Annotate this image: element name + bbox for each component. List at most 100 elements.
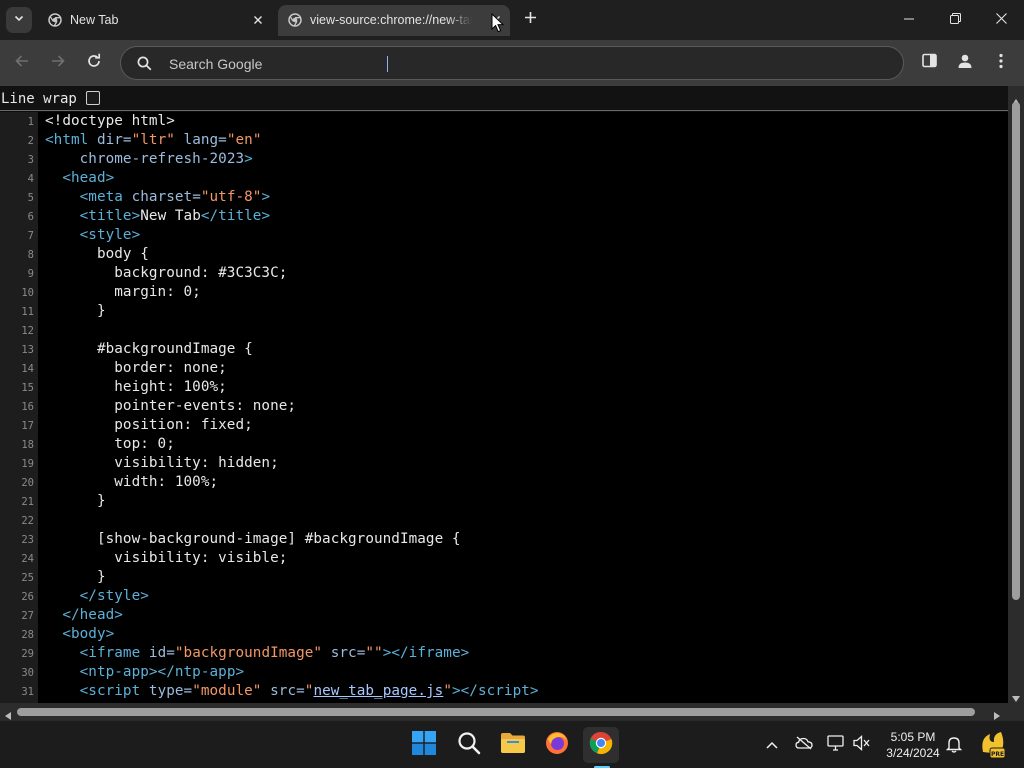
reload-button[interactable] — [81, 50, 107, 76]
horizontal-scrollbar[interactable] — [0, 703, 1008, 720]
line-number: 7 — [27, 230, 34, 242]
source-line: 17 position: fixed; — [0, 416, 1008, 435]
back-button[interactable] — [9, 50, 35, 76]
line-number: 12 — [21, 325, 34, 337]
chevron-down-icon — [13, 11, 25, 29]
source-line: 27 </head> — [0, 606, 1008, 625]
line-content: } — [45, 493, 106, 509]
source-line: 6 <title>New Tab</title> — [0, 207, 1008, 226]
line-number: 6 — [27, 211, 34, 223]
chrome-favicon-icon — [288, 13, 302, 27]
tab-title: view-source:chrome://new-tab-page — [310, 13, 472, 27]
volume-tray-button[interactable] — [852, 734, 872, 755]
tab-strip: New Tab view-source:chrome://new-tab-pag… — [0, 0, 1024, 40]
scroll-corner — [1008, 703, 1024, 720]
line-content: <html dir="ltr" lang="en" — [45, 132, 262, 148]
source-line: 8 body { — [0, 245, 1008, 264]
source-line: 15 height: 100%; — [0, 378, 1008, 397]
line-content: [show-background-image] #backgroundImage… — [45, 531, 461, 547]
tab-new-tab[interactable]: New Tab — [38, 5, 272, 36]
line-content: </style> — [79, 588, 149, 604]
source-line: 12 — [0, 321, 1008, 340]
line-number: 8 — [27, 249, 34, 261]
line-content: } — [45, 569, 106, 585]
restore-icon — [949, 11, 961, 29]
system-clock[interactable]: 5:05 PM 3/24/2024 — [878, 729, 948, 761]
restore-button[interactable] — [932, 5, 978, 35]
line-number: 18 — [21, 439, 34, 451]
source-line: 11 } — [0, 302, 1008, 321]
line-number: 27 — [21, 610, 34, 622]
taskbar-search-button[interactable] — [451, 727, 487, 763]
line-content: <body> — [62, 626, 115, 642]
line-content: <ntp-app></ntp-app> — [79, 664, 245, 680]
line-content: background: #3C3C3C; — [45, 265, 288, 281]
show-hidden-icons-button[interactable] — [762, 735, 782, 755]
address-input[interactable] — [169, 54, 869, 74]
profile-button[interactable] — [954, 52, 976, 74]
line-content: height: 100%; — [45, 379, 227, 395]
horizontal-scroll-thumb[interactable] — [17, 708, 975, 716]
source-link[interactable]: new_tab_page.js — [313, 683, 443, 699]
source-line: 7 <style> — [0, 226, 1008, 245]
tab-search-button[interactable] — [6, 7, 32, 33]
minimize-button[interactable] — [886, 5, 932, 35]
side-panel-button[interactable] — [918, 52, 940, 74]
firefox-icon — [545, 731, 569, 760]
line-content: </head> — [62, 607, 123, 623]
chrome-menu-button[interactable] — [990, 52, 1012, 74]
omnibox[interactable] — [120, 46, 904, 80]
more-vertical-icon — [999, 53, 1003, 74]
line-content: <iframe id="backgroundImage" src=""></if… — [79, 645, 470, 661]
source-code-view: 1 <!doctype html> 2 <html dir="ltr" lang="e… — [0, 112, 1008, 703]
line-content: <style> — [79, 227, 141, 243]
source-line: 26 </style> — [0, 587, 1008, 606]
close-tab-icon[interactable] — [250, 12, 266, 28]
svg-text:PRE: PRE — [991, 751, 1004, 758]
line-number: 5 — [27, 192, 34, 204]
network-icon — [827, 734, 845, 756]
line-content: visibility: hidden; — [45, 455, 279, 471]
source-line: 25 } — [0, 568, 1008, 587]
line-number: 4 — [27, 173, 34, 185]
source-line: 22 — [0, 511, 1008, 530]
search-icon — [137, 56, 152, 76]
clock-date: 3/24/2024 — [886, 746, 940, 760]
file-explorer-icon — [500, 732, 526, 759]
source-line: 2 <html dir="ltr" lang="en" — [0, 131, 1008, 150]
line-content: #backgroundImage { — [45, 341, 253, 357]
close-window-button[interactable] — [978, 5, 1024, 35]
line-number: 31 — [21, 686, 34, 698]
source-line: 13 #backgroundImage { — [0, 340, 1008, 359]
line-number: 15 — [21, 382, 34, 394]
new-tab-button[interactable] — [519, 9, 541, 31]
line-content: top: 0; — [45, 436, 175, 452]
line-number: 3 — [27, 154, 34, 166]
start-button[interactable] — [406, 727, 442, 763]
line-content: margin: 0; — [45, 284, 201, 300]
forward-button[interactable] — [45, 50, 71, 76]
file-explorer-button[interactable] — [495, 727, 531, 763]
network-tray-button[interactable] — [826, 734, 846, 756]
line-wrap-checkbox[interactable] — [86, 91, 100, 105]
onedrive-tray-button[interactable] — [794, 735, 814, 755]
line-content: border: none; — [45, 360, 227, 376]
firefox-button[interactable] — [539, 727, 575, 763]
chrome-taskbar-button[interactable] — [583, 727, 619, 763]
source-line: 1 <!doctype html> — [0, 112, 1008, 131]
vertical-scrollbar[interactable] — [1008, 86, 1024, 703]
line-number: 10 — [21, 287, 34, 299]
tab-view-source[interactable]: view-source:chrome://new-tab-page — [278, 5, 510, 36]
line-number: 24 — [21, 553, 34, 565]
view-source-page: Line wrap 1 <!doctype html> 2 <html dir="lt… — [0, 86, 1024, 720]
notification-bell-icon[interactable] — [945, 735, 963, 758]
windows-taskbar: 5:05 PM 3/24/2024 PRE — [0, 720, 1024, 768]
line-content: body { — [45, 246, 149, 262]
copilot-pre-icon[interactable]: PRE — [980, 730, 1006, 760]
line-number: 2 — [27, 135, 34, 147]
line-number: 21 — [21, 496, 34, 508]
vertical-scroll-thumb[interactable] — [1012, 102, 1020, 600]
source-line: 9 background: #3C3C3C; — [0, 264, 1008, 283]
windows-start-icon — [412, 730, 436, 760]
line-content: position: fixed; — [45, 417, 253, 433]
